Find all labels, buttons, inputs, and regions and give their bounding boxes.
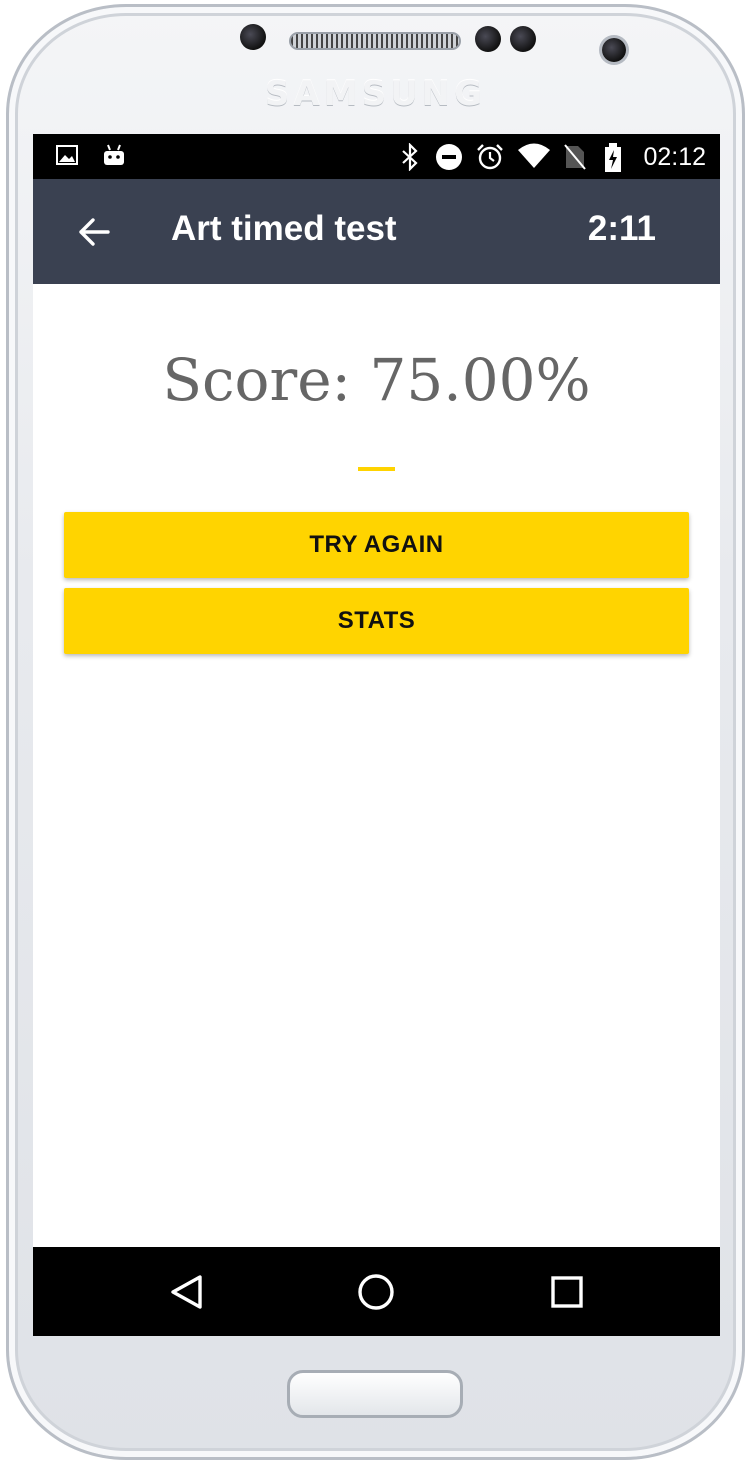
arrow-back-icon[interactable] xyxy=(77,215,111,249)
alarm-icon xyxy=(477,144,503,170)
navigation-bar xyxy=(33,1247,720,1336)
brand-logo: SAMSUNG xyxy=(264,74,487,114)
hardware-home-key[interactable] xyxy=(287,1370,463,1418)
stats-button[interactable]: STATS xyxy=(64,588,689,654)
battery-charging-icon xyxy=(605,143,621,172)
screen: 02:12 Art timed test 2:11 Score: 75.00% … xyxy=(33,134,720,1336)
front-sensor-icon xyxy=(240,24,266,50)
android-icon xyxy=(104,144,124,165)
status-bar: 02:12 xyxy=(33,134,720,179)
page-title: Art timed test xyxy=(171,209,397,248)
image-icon xyxy=(56,145,78,165)
wifi-icon xyxy=(518,143,550,168)
recents-square-icon[interactable] xyxy=(547,1272,587,1312)
do-not-disturb-icon xyxy=(436,144,462,170)
app-bar: Art timed test 2:11 xyxy=(33,179,720,284)
home-circle-icon[interactable] xyxy=(356,1272,396,1312)
try-again-button[interactable]: TRY AGAIN xyxy=(64,512,689,578)
back-triangle-icon[interactable] xyxy=(166,1272,206,1312)
no-sim-icon xyxy=(564,144,586,170)
bluetooth-icon xyxy=(402,143,418,171)
proximity-sensor-icon xyxy=(475,26,501,52)
status-time: 02:12 xyxy=(643,143,706,171)
earpiece-speaker xyxy=(289,32,461,50)
front-camera-icon xyxy=(602,38,626,62)
score-text: Score: 75.00% xyxy=(162,346,591,414)
countdown-timer: 2:11 xyxy=(587,209,656,248)
light-sensor-icon xyxy=(510,26,536,52)
accent-divider xyxy=(358,467,395,471)
